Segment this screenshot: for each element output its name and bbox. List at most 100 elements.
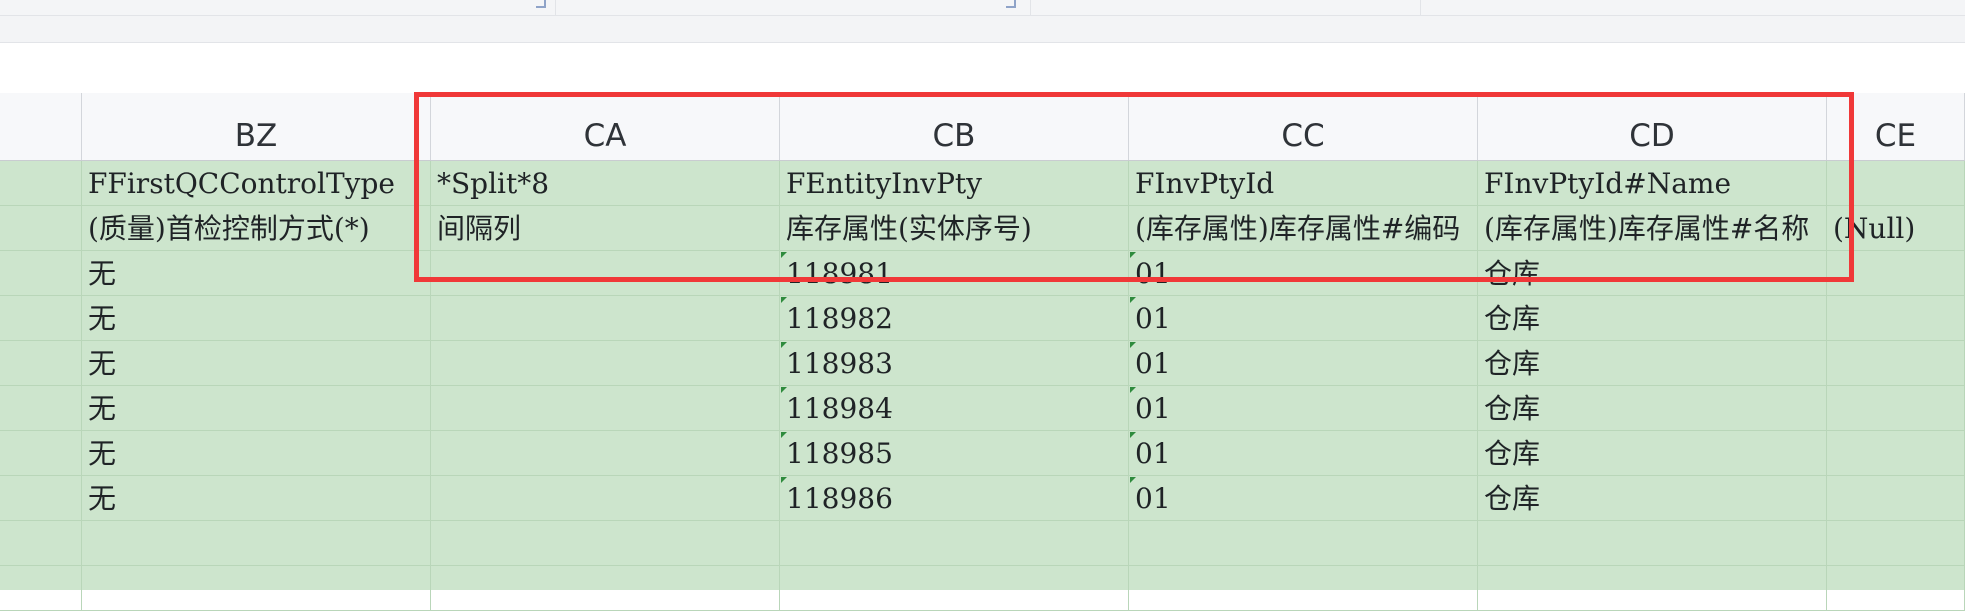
cell[interactable]	[780, 521, 1129, 566]
column-header-ca[interactable]: CA	[431, 93, 780, 160]
cell[interactable]	[1827, 296, 1965, 341]
cell[interactable]	[1827, 521, 1965, 566]
number-as-text-indicator-icon	[1130, 387, 1136, 393]
dropdown-corner-icon[interactable]	[536, 0, 546, 8]
number-as-text-indicator-icon	[781, 387, 787, 393]
column-header-bz[interactable]: BZ	[82, 93, 431, 160]
cell[interactable]: *Split*8	[431, 161, 780, 206]
table-row: 无 118982 01 仓库	[0, 296, 1965, 341]
cell[interactable]: 仓库	[1478, 341, 1827, 386]
toolbar-divider	[1420, 0, 1421, 15]
row-header[interactable]	[0, 431, 82, 476]
cell[interactable]: 118986	[780, 476, 1129, 521]
cell[interactable]	[1827, 251, 1965, 296]
cell[interactable]: 无	[82, 431, 431, 476]
cell[interactable]: 无	[82, 386, 431, 431]
cell[interactable]: 01	[1129, 341, 1478, 386]
cell[interactable]	[431, 431, 780, 476]
cell[interactable]: (库存属性)库存属性#编码	[1129, 206, 1478, 251]
cell[interactable]: 118981	[780, 251, 1129, 296]
table-row	[0, 521, 1965, 566]
cell[interactable]: 仓库	[1478, 296, 1827, 341]
row-header[interactable]	[0, 296, 82, 341]
cell[interactable]: 118982	[780, 296, 1129, 341]
cell[interactable]	[1478, 566, 1827, 611]
cell[interactable]	[431, 251, 780, 296]
cell-value: 01	[1135, 347, 1171, 380]
cell[interactable]	[82, 566, 431, 611]
cell[interactable]: 118984	[780, 386, 1129, 431]
table-row: 无 118983 01 仓库	[0, 341, 1965, 386]
cell[interactable]: FInvPtyId	[1129, 161, 1478, 206]
column-header-cb[interactable]: CB	[780, 93, 1129, 160]
cell[interactable]: 01	[1129, 476, 1478, 521]
row-header[interactable]	[0, 206, 82, 251]
cell[interactable]	[431, 386, 780, 431]
cell[interactable]: 仓库	[1478, 476, 1827, 521]
table-row: 无 118986 01 仓库	[0, 476, 1965, 521]
cell[interactable]: FFirstQCControlType	[82, 161, 431, 206]
cell[interactable]: FInvPtyId#Name	[1478, 161, 1827, 206]
cell[interactable]	[1129, 521, 1478, 566]
cell[interactable]: (质量)首检控制方式(*)	[82, 206, 431, 251]
cell[interactable]	[1827, 386, 1965, 431]
column-header-ce[interactable]: CE	[1827, 93, 1965, 160]
cell[interactable]: 仓库	[1478, 431, 1827, 476]
cell[interactable]	[431, 521, 780, 566]
cell[interactable]: 仓库	[1478, 386, 1827, 431]
row-header[interactable]	[0, 341, 82, 386]
row-header[interactable]	[0, 386, 82, 431]
row-header[interactable]	[0, 476, 82, 521]
cell[interactable]	[82, 521, 431, 566]
row-header[interactable]	[0, 566, 82, 611]
cell[interactable]: FEntityInvPty	[780, 161, 1129, 206]
table-row	[0, 566, 1965, 611]
cell[interactable]	[431, 296, 780, 341]
cell-value: 01	[1135, 257, 1171, 290]
cell[interactable]: 01	[1129, 386, 1478, 431]
cell[interactable]	[1827, 341, 1965, 386]
dropdown-corner-icon[interactable]	[1006, 0, 1016, 8]
cell[interactable]	[1827, 476, 1965, 521]
cell[interactable]	[1478, 521, 1827, 566]
cell[interactable]: (库存属性)库存属性#名称	[1478, 206, 1827, 251]
cell[interactable]	[780, 566, 1129, 611]
cell[interactable]: 间隔列	[431, 206, 780, 251]
cell[interactable]	[1129, 566, 1478, 611]
cell[interactable]	[1827, 161, 1965, 206]
cell-value: 118982	[786, 302, 893, 335]
row-header[interactable]	[0, 161, 82, 206]
cell[interactable]	[431, 476, 780, 521]
cell[interactable]: 无	[82, 476, 431, 521]
cell[interactable]: 无	[82, 296, 431, 341]
cell[interactable]	[431, 566, 780, 611]
cell[interactable]	[431, 341, 780, 386]
toolbar-divider	[1030, 0, 1031, 15]
formula-bar[interactable]	[0, 43, 1965, 94]
cell[interactable]: 01	[1129, 251, 1478, 296]
cell[interactable]: 01	[1129, 296, 1478, 341]
number-as-text-indicator-icon	[781, 342, 787, 348]
cell[interactable]: 01	[1129, 431, 1478, 476]
cell-value: 118984	[786, 392, 893, 425]
column-header-cc[interactable]: CC	[1129, 93, 1478, 160]
table-row: 无 118981 01 仓库	[0, 251, 1965, 296]
cell[interactable]: 仓库	[1478, 251, 1827, 296]
table-row: 无 118985 01 仓库	[0, 431, 1965, 476]
row-header[interactable]	[0, 521, 82, 566]
cell-value: 01	[1135, 437, 1171, 470]
ribbon-bottom-strip	[0, 16, 1965, 43]
column-header-cd[interactable]: CD	[1478, 93, 1827, 160]
cell[interactable]: 无	[82, 251, 431, 296]
row-header-corner[interactable]	[0, 93, 82, 160]
number-as-text-indicator-icon	[781, 477, 787, 483]
cell[interactable]: 库存属性(实体序号)	[780, 206, 1129, 251]
cell[interactable]: 无	[82, 341, 431, 386]
cell[interactable]	[1827, 431, 1965, 476]
number-as-text-indicator-icon	[1130, 477, 1136, 483]
cell[interactable]: 118985	[780, 431, 1129, 476]
cell[interactable]	[1827, 566, 1965, 611]
cell[interactable]: 118983	[780, 341, 1129, 386]
row-header[interactable]	[0, 251, 82, 296]
cell[interactable]: (Null)	[1827, 206, 1965, 251]
